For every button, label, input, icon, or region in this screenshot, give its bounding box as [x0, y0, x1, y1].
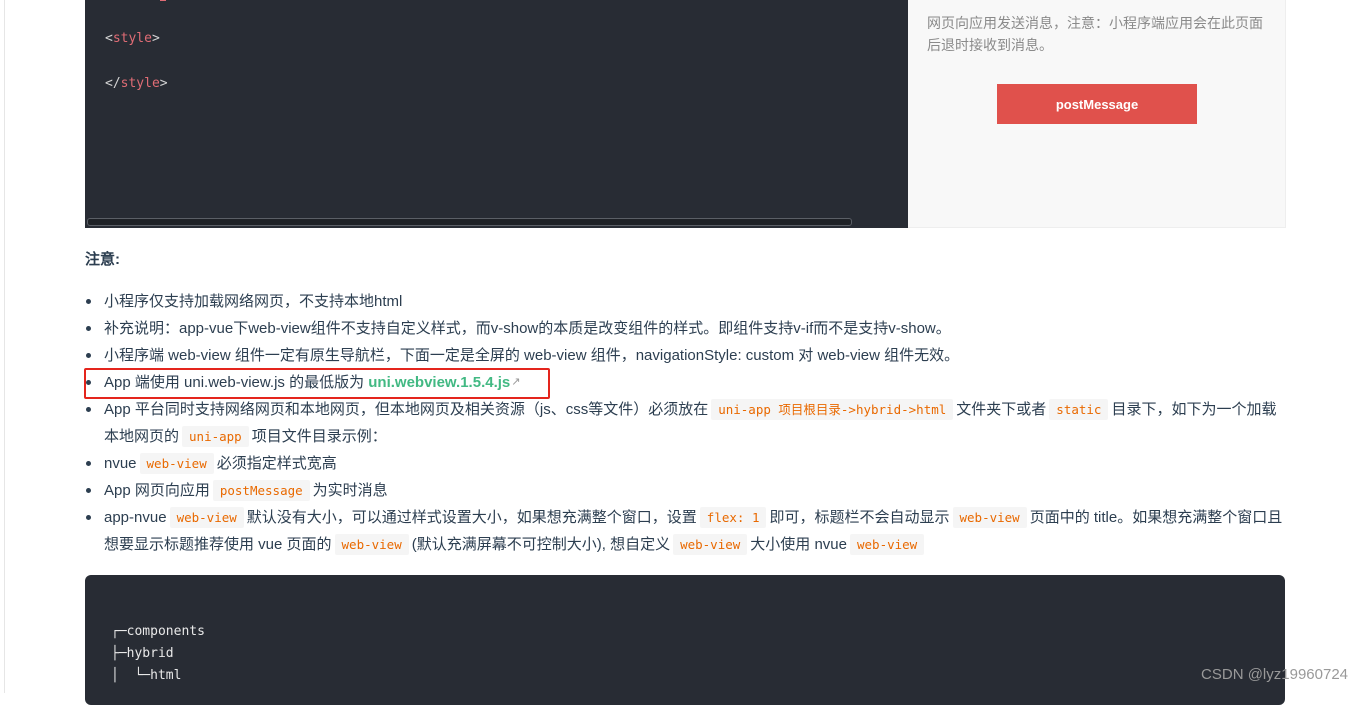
- code-line-style-close: </style>: [105, 76, 168, 91]
- directory-tree-code: ┌─components ├─hybrid │ └─html: [85, 575, 1285, 705]
- inline-code: web-view: [334, 534, 409, 555]
- tree-line: ┌─components: [111, 624, 205, 639]
- inline-code: web-view: [952, 507, 1027, 528]
- inline-code: web-view: [139, 453, 214, 474]
- bullet-icon: [86, 353, 91, 358]
- preview-pane: 网页向应用发送消息，注意：小程序端应用会在此页面后退时接收到消息。 postMe…: [908, 0, 1286, 228]
- inline-code: web-view: [673, 534, 748, 555]
- list-item: 补充说明：app-vue下web-view组件不支持自定义样式，而v-show的…: [85, 315, 1285, 342]
- code-editor[interactable]: <style> </style>: [85, 0, 908, 228]
- inline-code: uni-app: [182, 426, 249, 447]
- notes-list: 小程序仅支持加载网络网页，不支持本地html 补充说明：app-vue下web-…: [85, 288, 1285, 558]
- inline-code: web-view: [850, 534, 925, 555]
- inline-code: uni-app 项目根目录->hybrid->html: [711, 399, 954, 420]
- notice-heading: 注意:: [85, 251, 120, 268]
- post-message-button[interactable]: postMessage: [997, 84, 1197, 124]
- demo-panel: <style> </style> 网页向应用发送消息，注意：小程序端应用会在此页…: [85, 0, 1286, 228]
- watermark: CSDN @lyz19960724: [1201, 666, 1348, 683]
- list-item: 小程序仅支持加载网络网页，不支持本地html: [85, 288, 1285, 315]
- list-item: nvue web-view 必须指定样式宽高: [85, 450, 1285, 477]
- bullet-icon: [86, 488, 91, 493]
- list-item: 小程序端 web-view 组件一定有原生导航栏，下面一定是全屏的 web-vi…: [85, 342, 1285, 369]
- horizontal-scrollbar[interactable]: [87, 218, 852, 226]
- inline-code: postMessage: [212, 480, 310, 501]
- page-left-border: [4, 0, 5, 693]
- code-line-style-open: <style>: [105, 31, 160, 46]
- bullet-icon: [86, 326, 91, 331]
- inline-code: flex: 1: [699, 507, 767, 528]
- bullet-icon: [86, 461, 91, 466]
- inline-code: web-view: [169, 507, 244, 528]
- list-item: App 网页向应用 postMessage 为实时消息: [85, 477, 1285, 504]
- bullet-icon: [86, 515, 91, 520]
- preview-description: 网页向应用发送消息，注意：小程序端应用会在此页面后退时接收到消息。: [927, 15, 1263, 53]
- code-fragment: [105, 0, 166, 2]
- list-item: app-nvue web-view 默认没有大小，可以通过样式设置大小，如果想充满整…: [85, 504, 1285, 558]
- list-item: App 平台同时支持网络网页和本地网页，但本地网页及相关资源（js、css等文件…: [85, 396, 1285, 450]
- highlight-annotation: [84, 368, 550, 399]
- bullet-icon: [86, 407, 91, 412]
- tree-line: ├─hybrid: [111, 646, 174, 661]
- tree-line: │ └─html: [111, 668, 182, 683]
- bullet-icon: [86, 299, 91, 304]
- inline-code: static: [1049, 399, 1109, 420]
